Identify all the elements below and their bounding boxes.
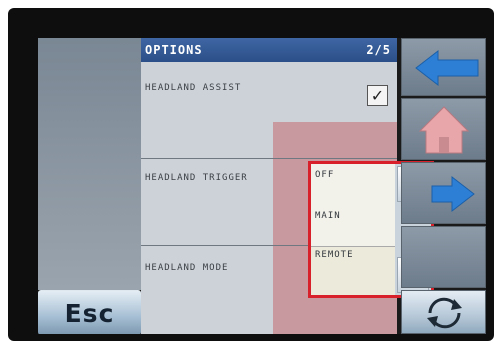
back-arrow-icon [415,49,479,87]
home-icon [418,106,470,154]
display-screen: Esc OPTIONS 2/5 HEADLAND ASSIST ✓ HEADLA… [38,38,486,334]
headland-trigger-label[interactable]: HEADLAND TRIGGER [145,173,248,183]
navigation-column [401,38,486,334]
back-button[interactable] [401,38,486,96]
page-title: OPTIONS [145,43,203,57]
home-button[interactable] [401,98,486,160]
device-bezel: Esc OPTIONS 2/5 HEADLAND ASSIST ✓ HEADLA… [8,8,494,341]
checkmark-icon: ✓ [370,86,385,105]
headland-mode-label[interactable]: HEADLAND MODE [145,263,228,273]
headland-assist-checkbox[interactable]: ✓ [367,85,388,106]
nav-button-blank[interactable] [401,226,486,288]
next-button[interactable] [401,162,486,224]
refresh-button[interactable] [401,290,486,334]
left-panel [38,38,141,290]
row-divider [141,158,397,159]
options-header: OPTIONS 2/5 [141,38,397,62]
esc-button[interactable]: Esc [38,290,141,334]
refresh-icon [427,297,462,329]
forward-arrow-icon [431,175,475,213]
page-indicator: 2/5 [366,43,391,57]
headland-assist-label: HEADLAND ASSIST [145,83,242,93]
